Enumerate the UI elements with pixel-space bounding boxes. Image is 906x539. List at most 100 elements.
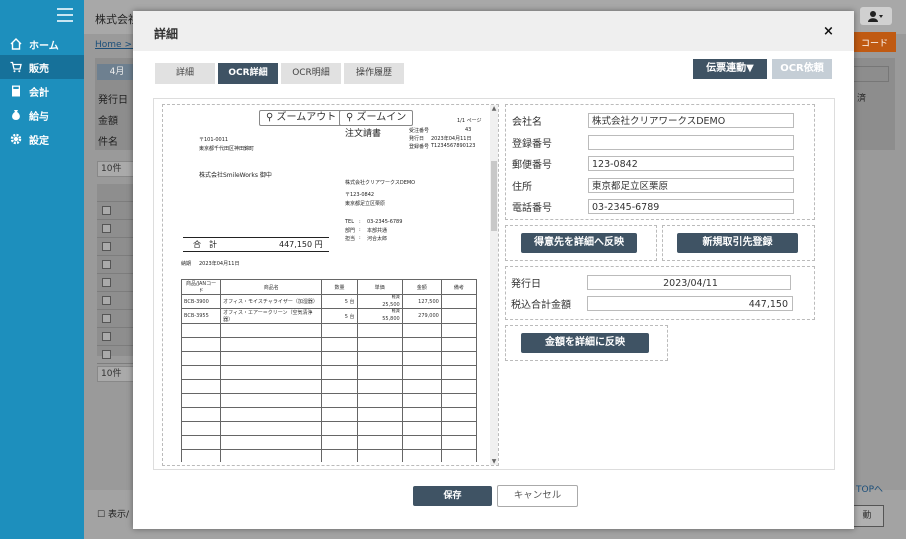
table-row[interactable]	[97, 238, 137, 256]
doc-divider	[183, 251, 329, 252]
to-top-link[interactable]: TOPへ	[856, 482, 883, 495]
reflect-customer-button[interactable]: 得意先を詳細へ反映	[521, 233, 637, 253]
zoom-in-label: ズームイン	[356, 112, 407, 123]
phone-field[interactable]: 03-2345-6789	[588, 198, 794, 214]
sidebar-item-home[interactable]: ホーム	[0, 32, 84, 56]
row-checkbox[interactable]	[102, 296, 111, 305]
phone-row: 電話番号 03-2345-6789	[512, 198, 794, 214]
zoom-in-button[interactable]: ⚲ ズームイン	[339, 110, 414, 126]
postal-label: 郵便番号	[512, 159, 552, 171]
total-label: 税込合計金額	[511, 299, 571, 311]
doc-dept: 本部共通	[367, 228, 388, 234]
amount-label: 金額	[98, 116, 118, 127]
row-checkbox[interactable]	[102, 224, 111, 233]
doc-to-postal: 〒101-0011	[199, 137, 229, 143]
doc-reg-no: T1234567890123	[431, 143, 476, 149]
doc-divider	[183, 237, 329, 238]
issue-date-row: 発行日 2023/04/11	[511, 274, 791, 290]
doc-col-header: 備考	[440, 279, 478, 295]
slip-link-button[interactable]: 伝票連動▼	[693, 59, 767, 79]
doc-issue-label: 発行日	[409, 136, 425, 142]
sidebar-item-label: 販売	[29, 63, 49, 75]
doc-item-price: 軽減 25,500	[356, 294, 403, 309]
doc-reg-label: 登録番号	[409, 144, 430, 150]
tab-history[interactable]: 操作履歴	[344, 63, 404, 84]
scroll-down-icon[interactable]: ▼	[490, 458, 498, 465]
total-field[interactable]: 447,150	[587, 295, 793, 311]
code-button[interactable]: コード	[853, 32, 896, 52]
doc-from-company: 株式会社クリアワークスDEMO	[345, 180, 416, 186]
doc-item-name: オフィス・モイスチャライザー（加湿器）	[220, 294, 323, 309]
modal-tabs: 詳細 OCR詳細 OCR明細 操作履歴	[155, 63, 404, 84]
row-checkbox[interactable]	[102, 278, 111, 287]
sidebar-item-accounting[interactable]: 会計	[0, 79, 84, 103]
doc-item-row: BCB-3900 オフィス・モイスチャライザー（加湿器） 5 台 軽減 25,50…	[180, 294, 478, 309]
table-row[interactable]	[97, 292, 137, 310]
doc-page: 1/1 ページ	[457, 118, 482, 124]
reg-no-field[interactable]	[588, 134, 794, 150]
document-viewer[interactable]: ⚲ ズームアウト ⚲ ズームイン 1/1 ページ 注文請書 受注番号 43 発行…	[162, 104, 499, 466]
table-row[interactable]	[97, 310, 137, 328]
tab-ocr-detail[interactable]: OCR詳細	[218, 63, 278, 84]
issue-date-field[interactable]: 2023/04/11	[587, 274, 791, 290]
link-button[interactable]: 動	[850, 505, 884, 527]
tab-detail[interactable]: 詳細	[155, 63, 215, 84]
new-partner-button[interactable]: 新規取引先登録	[677, 233, 798, 253]
doc-tel-label: TEL	[345, 219, 354, 225]
doc-item-note	[440, 294, 478, 309]
save-button[interactable]: 保存	[413, 486, 492, 506]
row-checkbox[interactable]	[102, 260, 111, 269]
doc-item-name: オフィス・エアー＝クリーン（空気清浄器）	[220, 308, 323, 324]
user-menu-button[interactable]	[860, 7, 892, 25]
postal-field[interactable]: 123-0842	[588, 155, 794, 171]
table-row[interactable]	[97, 220, 137, 238]
sidebar-item-settings[interactable]: 設定	[0, 127, 84, 151]
table-row[interactable]	[97, 346, 137, 364]
doc-from-address: 東京都足立区栗原	[345, 201, 386, 207]
doc-total: 447,150 円	[279, 240, 323, 249]
sidebar-item-sales[interactable]: 販売	[0, 55, 84, 79]
row-checkbox[interactable]	[102, 314, 111, 323]
scroll-up-icon[interactable]: ▲	[490, 105, 498, 112]
doc-item-code: BCB-3900	[180, 294, 222, 309]
doc-person-label: 担当	[345, 236, 356, 242]
doc-item-qty: 5 台	[321, 308, 358, 324]
page-size-select-bottom[interactable]: 10件	[97, 366, 136, 382]
row-checkbox[interactable]	[102, 350, 111, 359]
company-name-field[interactable]: 株式会社クリアワークスDEMO	[588, 112, 794, 128]
table-row[interactable]	[97, 274, 137, 292]
hamburger-menu-icon[interactable]	[57, 8, 73, 22]
scrollbar-thumb[interactable]	[491, 161, 497, 231]
ocr-request-button[interactable]: OCR依頼	[772, 59, 832, 79]
doc-title: 注文請書	[345, 129, 382, 139]
doc-item-price: 軽減 55,800	[356, 308, 403, 324]
ocr-content: ⚲ ズームアウト ⚲ ズームイン 1/1 ページ 注文請書 受注番号 43 発行…	[153, 98, 835, 470]
show-checkbox[interactable]: ☐ 表示/	[97, 507, 129, 520]
row-checkbox[interactable]	[102, 206, 111, 215]
modal-title: 詳細	[154, 27, 179, 41]
table-row[interactable]	[97, 256, 137, 274]
cancel-button[interactable]: キャンセル	[497, 485, 578, 507]
table-row[interactable]	[97, 328, 137, 346]
reflect-amount-button[interactable]: 金額を詳細に反映	[521, 333, 649, 353]
close-icon[interactable]: ×	[823, 24, 834, 39]
company-name-row: 会社名 株式会社クリアワークスDEMO	[512, 112, 794, 128]
modal-header: 詳細 ×	[133, 11, 854, 51]
address-field[interactable]: 東京都足立区栗原	[588, 177, 794, 193]
row-checkbox[interactable]	[102, 242, 111, 251]
doc-to-address: 東京都千代田区神田錦町	[199, 146, 255, 152]
viewer-scrollbar[interactable]: ▲ ▼	[490, 105, 498, 465]
tab-ocr-items[interactable]: OCR明細	[281, 63, 341, 84]
doc-due-label: 納期	[181, 261, 192, 267]
table-row[interactable]	[97, 202, 137, 220]
month-tab[interactable]: 4月	[97, 64, 137, 80]
doc-person: 河合太郎	[367, 236, 388, 242]
sidebar-item-payroll[interactable]: 給与	[0, 103, 84, 127]
row-checkbox[interactable]	[102, 332, 111, 341]
zoom-out-button[interactable]: ⚲ ズームアウト	[259, 110, 344, 126]
page-size-select-top[interactable]: 10件	[97, 161, 136, 177]
reg-no-row: 登録番号	[512, 134, 794, 150]
sidebar-item-label: 給与	[29, 111, 49, 123]
doc-item-note	[440, 308, 478, 324]
doc-col-header: 商品名	[220, 279, 323, 295]
